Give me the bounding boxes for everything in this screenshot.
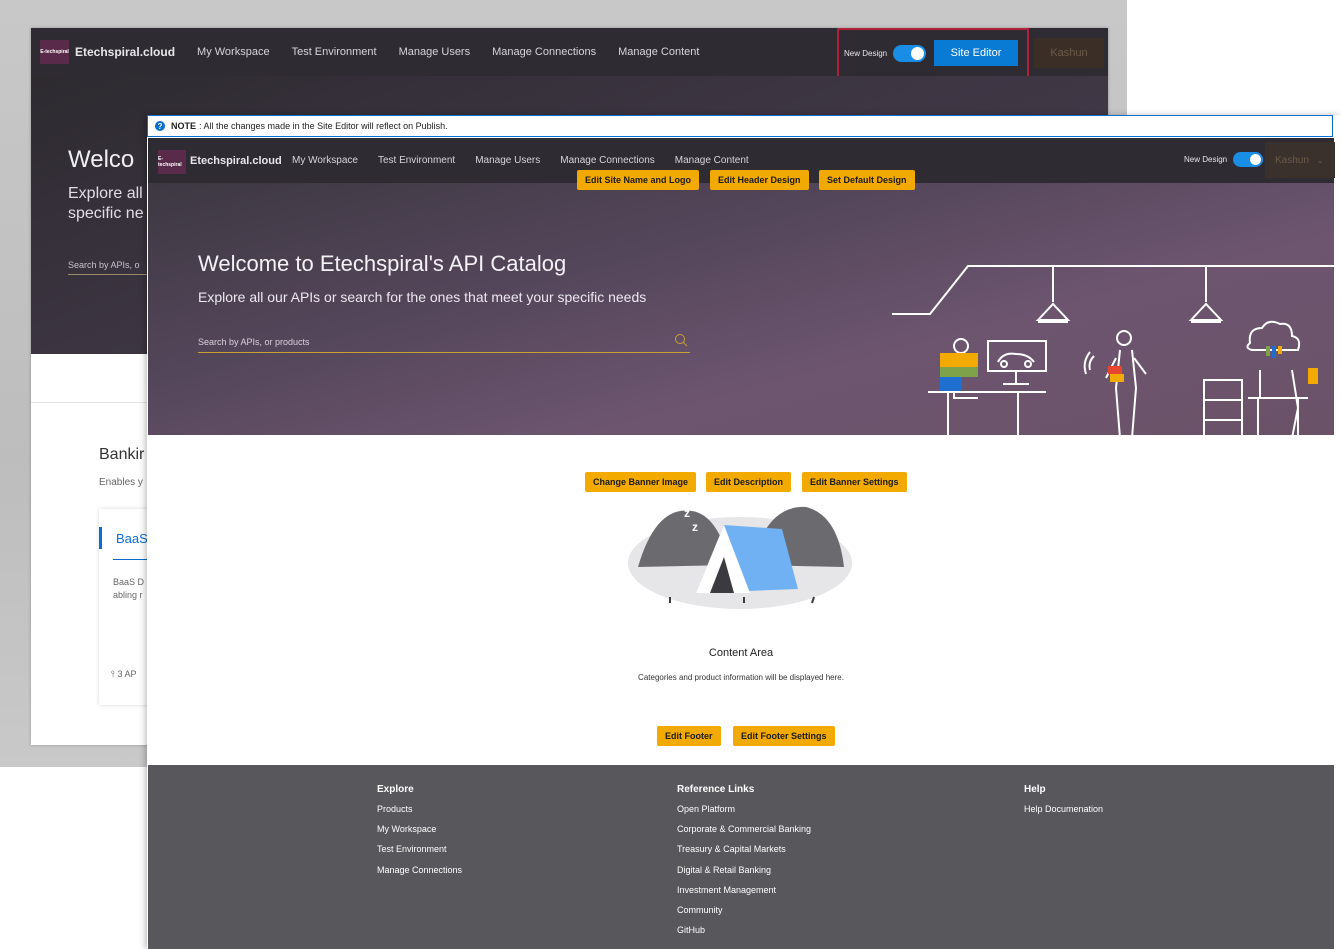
site-editor-screenshot: ? NOTE : All the changes made in the Sit… xyxy=(147,115,1341,949)
info-icon: ? xyxy=(155,121,165,131)
new-design-toggle-group: New Design xyxy=(1184,152,1264,167)
section-subtitle: Enables y xyxy=(99,477,143,488)
footer-link-manage-connections[interactable]: Manage Connections xyxy=(377,865,462,885)
main-nav: My Workspace Test Environment Manage Use… xyxy=(197,46,721,58)
footer-link-open-platform[interactable]: Open Platform xyxy=(677,804,811,824)
new-design-toggle[interactable] xyxy=(1233,152,1264,167)
chevron-down-icon: ⌄ xyxy=(1316,155,1324,165)
site-brand-name[interactable]: Etechspiral.cloud xyxy=(190,155,282,167)
footer-link-digital-retail[interactable]: Digital & Retail Banking xyxy=(677,865,811,885)
content-area-title: Content Area xyxy=(708,647,774,659)
edit-site-name-logo-button[interactable]: Edit Site Name and Logo xyxy=(577,170,700,190)
background-header: E-techspiral Etechspiral.cloud My Worksp… xyxy=(31,28,1108,82)
nav-test-environment[interactable]: Test Environment xyxy=(378,155,455,166)
footer-link-community[interactable]: Community xyxy=(677,905,811,925)
note-text: : All the changes made in the Site Edito… xyxy=(199,121,448,131)
office-illustration xyxy=(888,258,1334,435)
nav-manage-users[interactable]: Manage Users xyxy=(399,46,471,58)
note-bar: ? NOTE : All the changes made in the Sit… xyxy=(147,115,1333,137)
svg-text:z: z xyxy=(684,506,690,520)
footer-help-heading: Help xyxy=(1024,784,1046,795)
main-nav: My Workspace Test Environment Manage Use… xyxy=(292,155,769,166)
edit-footer-settings-button[interactable]: Edit Footer Settings xyxy=(733,726,835,746)
site-brand-name[interactable]: Etechspiral.cloud xyxy=(75,45,175,59)
footer-link-treasury[interactable]: Treasury & Capital Markets xyxy=(677,844,811,864)
user-menu[interactable]: Kashun xyxy=(1034,38,1104,68)
nav-my-workspace[interactable]: My Workspace xyxy=(197,46,270,58)
card-accent-bar xyxy=(99,527,102,549)
user-name: Kashun xyxy=(1275,154,1309,166)
nav-my-workspace[interactable]: My Workspace xyxy=(292,155,358,166)
nav-manage-connections[interactable]: Manage Connections xyxy=(492,46,596,58)
highlight-frame xyxy=(837,28,1029,82)
hero-banner: Welcome to Etechspiral's API Catalog Exp… xyxy=(148,183,1334,435)
new-design-label: New Design xyxy=(1184,155,1228,164)
user-menu[interactable]: Kashun ⌄ xyxy=(1265,142,1335,178)
screenshot-stage: E-techspiral Etechspiral.cloud My Worksp… xyxy=(0,0,1341,949)
hero-subtitle: Explore all specific ne xyxy=(68,185,144,222)
hero-subtitle: Explore all our APIs or search for the o… xyxy=(198,289,647,305)
footer-explore-column: Explore Products My Workspace Test Envir… xyxy=(377,784,462,885)
share-icon: ⫯ xyxy=(111,669,115,679)
search-input[interactable] xyxy=(198,337,658,347)
search-field[interactable] xyxy=(198,333,690,353)
toggle-knob xyxy=(1250,154,1262,165)
site-logo[interactable]: E-techspiral xyxy=(40,40,69,64)
footer-link-help-documentation[interactable]: Help Documenation xyxy=(1024,804,1103,824)
hero-title: Welcome to Etechspiral's API Catalog xyxy=(198,251,567,276)
edit-banner-settings-button[interactable]: Edit Banner Settings xyxy=(802,472,907,492)
footer-link-corporate-banking[interactable]: Corporate & Commercial Banking xyxy=(677,824,811,844)
change-banner-image-button[interactable]: Change Banner Image xyxy=(585,472,697,492)
content-area-subtitle: Categories and product information will … xyxy=(638,673,844,682)
search-input[interactable]: Search by APIs, o xyxy=(68,260,148,275)
footer-reference-column: Reference Links Open Platform Corporate … xyxy=(677,784,811,945)
footer-explore-heading: Explore xyxy=(377,784,414,795)
nav-manage-content[interactable]: Manage Content xyxy=(618,46,699,58)
footer-link-investment[interactable]: Investment Management xyxy=(677,885,811,905)
nav-test-environment[interactable]: Test Environment xyxy=(292,46,377,58)
nav-manage-connections[interactable]: Manage Connections xyxy=(560,155,655,166)
edit-header-design-button[interactable]: Edit Header Design xyxy=(710,170,809,190)
footer-reference-heading: Reference Links xyxy=(677,784,755,795)
card-api-count: ⫯ 3 AP xyxy=(111,669,136,680)
footer-link-my-workspace[interactable]: My Workspace xyxy=(377,824,462,844)
site-footer: Explore Products My Workspace Test Envir… xyxy=(148,765,1334,949)
edit-description-button[interactable]: Edit Description xyxy=(706,472,792,492)
note-label: NOTE xyxy=(171,121,197,131)
site-logo[interactable]: E-techspiral xyxy=(158,150,186,174)
search-icon[interactable] xyxy=(674,333,688,352)
footer-help-column: Help Help Documenation xyxy=(1024,784,1103,824)
nav-manage-users[interactable]: Manage Users xyxy=(475,155,540,166)
footer-link-products[interactable]: Products xyxy=(377,804,462,824)
hero-title: Welco xyxy=(68,146,135,173)
nav-manage-content[interactable]: Manage Content xyxy=(675,155,749,166)
card-api-count-text: 3 AP xyxy=(117,669,137,679)
footer-link-test-environment[interactable]: Test Environment xyxy=(377,844,462,864)
footer-link-github[interactable]: GitHub xyxy=(677,925,811,945)
svg-text:z: z xyxy=(692,520,698,534)
set-default-design-button[interactable]: Set Default Design xyxy=(819,170,915,190)
edit-footer-button[interactable]: Edit Footer xyxy=(657,726,721,746)
section-title: Bankir xyxy=(99,446,145,463)
empty-state-illustration: z z xyxy=(626,485,854,620)
card-title[interactable]: BaaS xyxy=(116,531,148,546)
